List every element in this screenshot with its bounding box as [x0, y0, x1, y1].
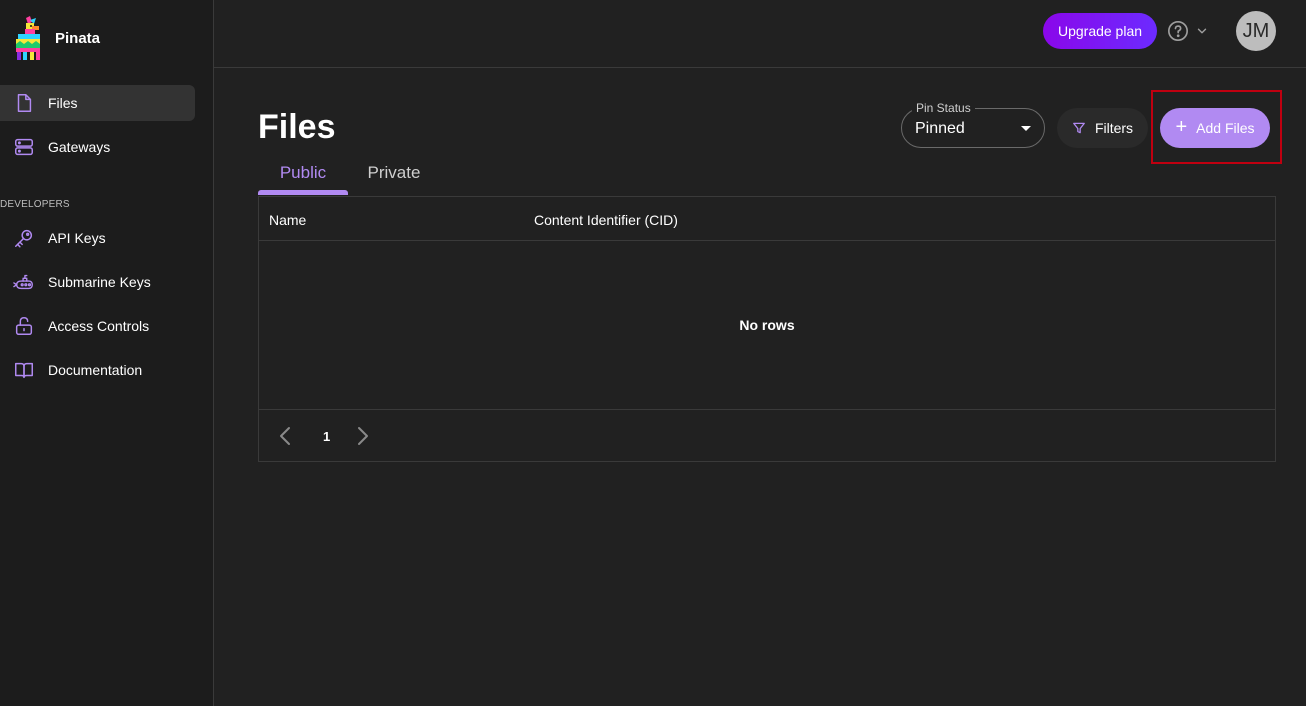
sidebar-item-label: Files — [48, 95, 78, 111]
submarine-icon — [13, 271, 35, 293]
files-table: Name Content Identifier (CID) No rows 1 — [258, 196, 1276, 462]
tab-label: Public — [279, 163, 327, 182]
pagination: 1 — [259, 410, 1275, 462]
pin-status-value: Pinned — [915, 120, 965, 137]
column-header-name[interactable]: Name — [269, 212, 306, 228]
key-icon — [13, 227, 35, 249]
plus-icon: + — [1175, 116, 1188, 138]
help-menu-button[interactable] — [1167, 20, 1209, 42]
top-bar: Upgrade plan JM — [214, 0, 1306, 68]
sidebar-item-label: Documentation — [48, 362, 143, 378]
filters-button[interactable]: Filters — [1057, 108, 1148, 148]
chevron-left-icon[interactable] — [277, 426, 293, 451]
tab-label: Private — [367, 163, 421, 182]
sidebar-item-gateways[interactable]: Gateways — [0, 129, 195, 165]
filter-icon — [1073, 122, 1085, 134]
pin-status-label: Pin Status — [912, 101, 975, 115]
tab-private[interactable]: Private — [348, 152, 440, 196]
pin-status-select[interactable]: Pin Status Pinned — [901, 101, 1045, 148]
server-icon — [13, 136, 35, 158]
sidebar-item-submarine-keys[interactable]: Submarine Keys — [0, 264, 195, 300]
sidebar-item-label: Gateways — [48, 139, 111, 155]
sidebar-item-label: Access Controls — [48, 318, 150, 334]
page-title: Files — [258, 108, 336, 146]
pinata-llama-logo-icon — [16, 16, 40, 60]
add-files-button[interactable]: + Add Files — [1160, 108, 1270, 148]
chevron-right-icon[interactable] — [355, 426, 371, 451]
sidebar-item-access-controls[interactable]: Access Controls — [0, 308, 195, 344]
help-circle-icon — [1168, 21, 1188, 41]
sidebar: Pinata Files Gateways DEVELOPERS API Key… — [0, 0, 214, 706]
sidebar-item-label: Submarine Keys — [48, 274, 151, 290]
table-header: Name Content Identifier (CID) — [259, 197, 1275, 241]
brand-name: Pinata — [55, 29, 101, 47]
file-icon — [13, 92, 35, 114]
upgrade-plan-button[interactable]: Upgrade plan — [1043, 13, 1157, 49]
active-tab-indicator — [258, 190, 348, 195]
brand[interactable]: Pinata — [12, 14, 100, 62]
sidebar-item-api-keys[interactable]: API Keys — [0, 220, 195, 256]
caret-down-icon — [1021, 126, 1031, 131]
unlock-icon — [13, 315, 35, 337]
sidebar-item-label: API Keys — [48, 230, 106, 246]
chevron-down-icon — [1197, 28, 1207, 34]
sidebar-item-files[interactable]: Files — [0, 85, 195, 121]
user-avatar[interactable]: JM — [1236, 11, 1276, 51]
filters-label: Filters — [1094, 120, 1134, 136]
table-body: No rows — [259, 241, 1275, 410]
empty-state-text: No rows — [739, 317, 795, 333]
book-icon — [13, 359, 35, 381]
add-files-label: Add Files — [1196, 120, 1255, 136]
column-header-cid[interactable]: Content Identifier (CID) — [534, 212, 678, 228]
developers-section-label: DEVELOPERS — [0, 199, 70, 210]
sidebar-item-documentation[interactable]: Documentation — [0, 352, 195, 388]
page-number[interactable]: 1 — [323, 429, 330, 444]
